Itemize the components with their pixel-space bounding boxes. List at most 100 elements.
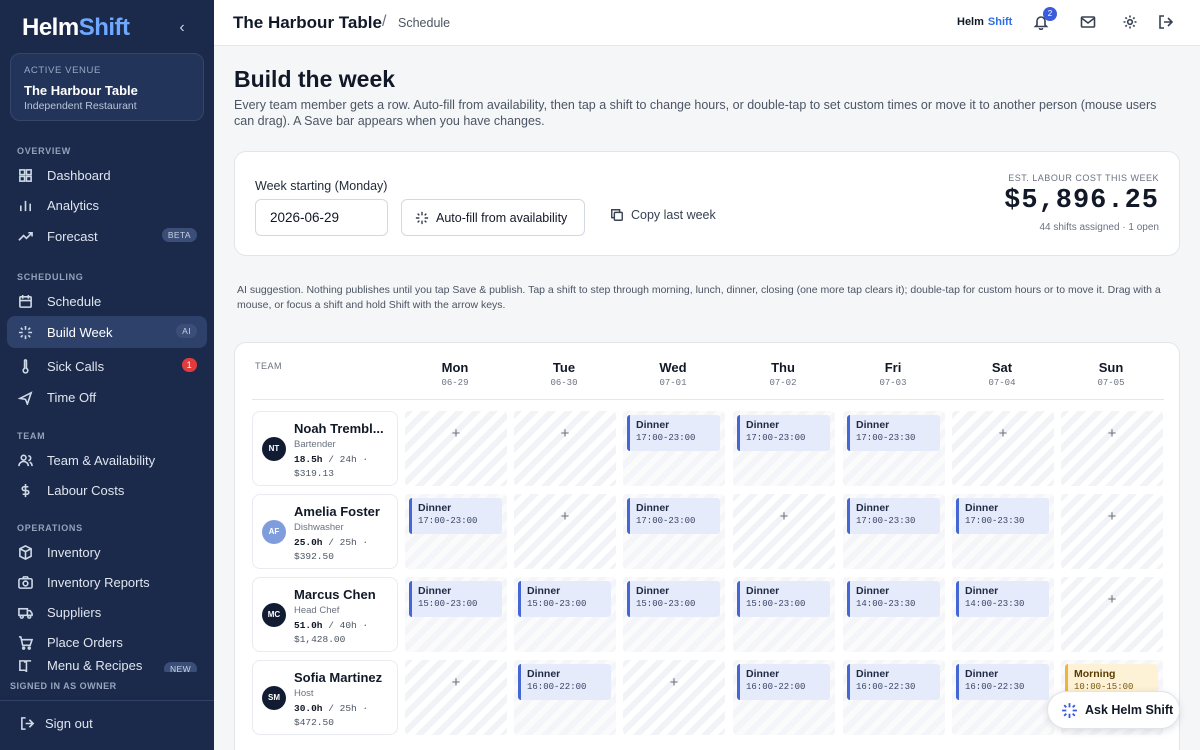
logout-icon[interactable] [1158, 14, 1176, 32]
shift-block[interactable]: Dinner 17:00-23:00 [627, 415, 720, 451]
shift-block[interactable]: Dinner 17:00-23:00 [409, 498, 502, 534]
schedule-cell[interactable]: Dinner 17:00-23:30 [952, 494, 1054, 569]
team-member-card[interactable]: SM Sofia Martinez Host 30.0h / 25h · $472.50 [252, 660, 398, 735]
schedule-cell[interactable]: Dinner 17:00-23:00 [733, 411, 835, 486]
schedule-cell[interactable]: Dinner 15:00-23:00 [733, 577, 835, 652]
schedule-cell[interactable]: + [1061, 494, 1163, 569]
shift-time: 16:00-22:30 [965, 682, 1025, 692]
active-venue-switcher[interactable]: ACTIVE VENUE The Harbour Table Independe… [10, 53, 204, 121]
sparkle-icon [1062, 702, 1077, 718]
nav-schedule[interactable]: Schedule [7, 285, 207, 317]
shift-block[interactable]: Dinner 17:00-23:30 [956, 498, 1049, 534]
schedule-cell[interactable]: + [1061, 577, 1163, 652]
add-shift-icon[interactable]: + [405, 425, 507, 442]
schedule-cell[interactable]: Dinner 17:00-23:00 [405, 494, 507, 569]
nav-inventory-reports[interactable]: Inventory Reports [7, 566, 207, 598]
shift-block[interactable]: Dinner 14:00-23:30 [847, 581, 940, 617]
schedule-cell[interactable]: Dinner 17:00-23:00 [623, 494, 725, 569]
shift-block[interactable]: Dinner 16:00-22:30 [956, 664, 1049, 700]
nav-forecast[interactable]: Forecast BETA [7, 220, 207, 252]
sign-out-button[interactable]: Sign out [20, 716, 93, 731]
schedule-cell[interactable]: Dinner 14:00-23:30 [843, 577, 945, 652]
team-member-card[interactable]: NT Noah Trembl... Bartender 18.5h / 24h · $3… [252, 411, 398, 486]
collapse-sidebar-icon[interactable]: ‹ [174, 18, 190, 38]
day-date: 07-01 [659, 378, 687, 388]
nav-menu-recipes[interactable]: Menu & Recipes NEW [7, 658, 207, 672]
day-name: Tue [552, 360, 576, 375]
team-member-card[interactable]: AF Amelia Foster Dishwasher 25.0h / 25h · $3… [252, 494, 398, 569]
shift-block[interactable]: Dinner 17:00-23:00 [737, 415, 830, 451]
nav-sick-calls[interactable]: Sick Calls 1 [7, 350, 207, 382]
schedule-cell[interactable]: Dinner 14:00-23:30 [952, 577, 1054, 652]
shift-block[interactable]: Dinner 15:00-23:00 [627, 581, 720, 617]
nav-label: Build Week [47, 324, 113, 340]
nav-inventory[interactable]: Inventory [7, 536, 207, 568]
breadcrumb-page[interactable]: Schedule [398, 16, 450, 30]
day-date: 06-29 [441, 378, 469, 388]
nav-time-off[interactable]: Time Off [7, 381, 207, 413]
gear-icon[interactable] [1122, 14, 1140, 32]
brand-logo[interactable]: HelmShift [22, 14, 130, 42]
autofill-label: Auto-fill from availability [436, 210, 568, 225]
dashboard-icon [17, 167, 33, 183]
shift-block[interactable]: Dinner 16:00-22:00 [737, 664, 830, 700]
shift-block[interactable]: Dinner 17:00-23:30 [847, 498, 940, 534]
schedule-cell[interactable]: Dinner 17:00-23:30 [843, 411, 945, 486]
nav-team-availability[interactable]: Team & Availability [7, 444, 207, 476]
nav-analytics[interactable]: Analytics [7, 189, 207, 221]
nav-build-week[interactable]: Build Week AI [7, 316, 207, 348]
autofill-button[interactable]: Auto-fill from availability [401, 199, 585, 236]
schedule-cell[interactable]: Dinner 15:00-23:00 [405, 577, 507, 652]
schedule-cell[interactable]: Dinner 17:00-23:30 [843, 494, 945, 569]
schedule-cell[interactable]: Dinner 16:00-22:30 [952, 660, 1054, 735]
schedule-cell[interactable]: + [514, 494, 616, 569]
schedule-cell[interactable]: Dinner 16:00-22:30 [843, 660, 945, 735]
shift-block[interactable]: Dinner 15:00-23:00 [518, 581, 611, 617]
mail-icon[interactable] [1080, 14, 1098, 32]
schedule-cell[interactable]: + [733, 494, 835, 569]
nav-labour-costs[interactable]: Labour Costs [7, 474, 207, 506]
add-shift-icon[interactable]: + [952, 425, 1054, 442]
shift-block[interactable]: Dinner 17:00-23:00 [627, 498, 720, 534]
schedule-cell[interactable]: Dinner 17:00-23:00 [623, 411, 725, 486]
new-badge: NEW [163, 662, 197, 672]
schedule-cell[interactable]: + [623, 660, 725, 735]
shift-block[interactable]: Dinner 17:00-23:30 [847, 415, 940, 451]
venue-label: ACTIVE VENUE [24, 65, 101, 76]
schedule-cell[interactable]: Dinner 16:00-22:00 [733, 660, 835, 735]
copy-last-week-button[interactable]: Copy last week [610, 208, 716, 222]
breadcrumb-venue[interactable]: The Harbour Table [233, 13, 382, 33]
schedule-cell[interactable]: + [1061, 411, 1163, 486]
sidebar-divider [0, 700, 214, 701]
dollar-icon [17, 482, 33, 498]
add-shift-icon[interactable]: + [1061, 591, 1163, 608]
nav-suppliers[interactable]: Suppliers [7, 596, 207, 628]
team-member-card[interactable]: MC Marcus Chen Head Chef 51.0h / 40h · $1,42… [252, 577, 398, 652]
section-scheduling: SCHEDULING [17, 272, 84, 282]
add-shift-icon[interactable]: + [514, 425, 616, 442]
add-shift-icon[interactable]: + [405, 674, 507, 691]
add-shift-icon[interactable]: + [514, 508, 616, 525]
ask-helm-shift-button[interactable]: Ask Helm Shift [1047, 691, 1180, 729]
nav-dashboard[interactable]: Dashboard [7, 159, 207, 191]
add-shift-icon[interactable]: + [623, 674, 725, 691]
add-shift-icon[interactable]: + [1061, 425, 1163, 442]
shift-block[interactable]: Dinner 15:00-23:00 [409, 581, 502, 617]
schedule-cell[interactable]: + [514, 411, 616, 486]
schedule-cell[interactable]: Dinner 15:00-23:00 [623, 577, 725, 652]
member-hours: 18.5h / 24h · [294, 454, 369, 465]
schedule-cell[interactable]: Dinner 15:00-23:00 [514, 577, 616, 652]
nav-place-orders[interactable]: Place Orders [7, 626, 207, 658]
schedule-cell[interactable]: + [405, 411, 507, 486]
sick-calls-count-badge: 1 [181, 358, 197, 372]
shift-block[interactable]: Dinner 14:00-23:30 [956, 581, 1049, 617]
shift-block[interactable]: Dinner 16:00-22:30 [847, 664, 940, 700]
schedule-cell[interactable]: + [952, 411, 1054, 486]
week-start-input[interactable] [255, 199, 388, 236]
shift-block[interactable]: Dinner 15:00-23:00 [737, 581, 830, 617]
schedule-cell[interactable]: Dinner 16:00-22:00 [514, 660, 616, 735]
add-shift-icon[interactable]: + [1061, 508, 1163, 525]
schedule-cell[interactable]: + [405, 660, 507, 735]
add-shift-icon[interactable]: + [733, 508, 835, 525]
shift-block[interactable]: Dinner 16:00-22:00 [518, 664, 611, 700]
